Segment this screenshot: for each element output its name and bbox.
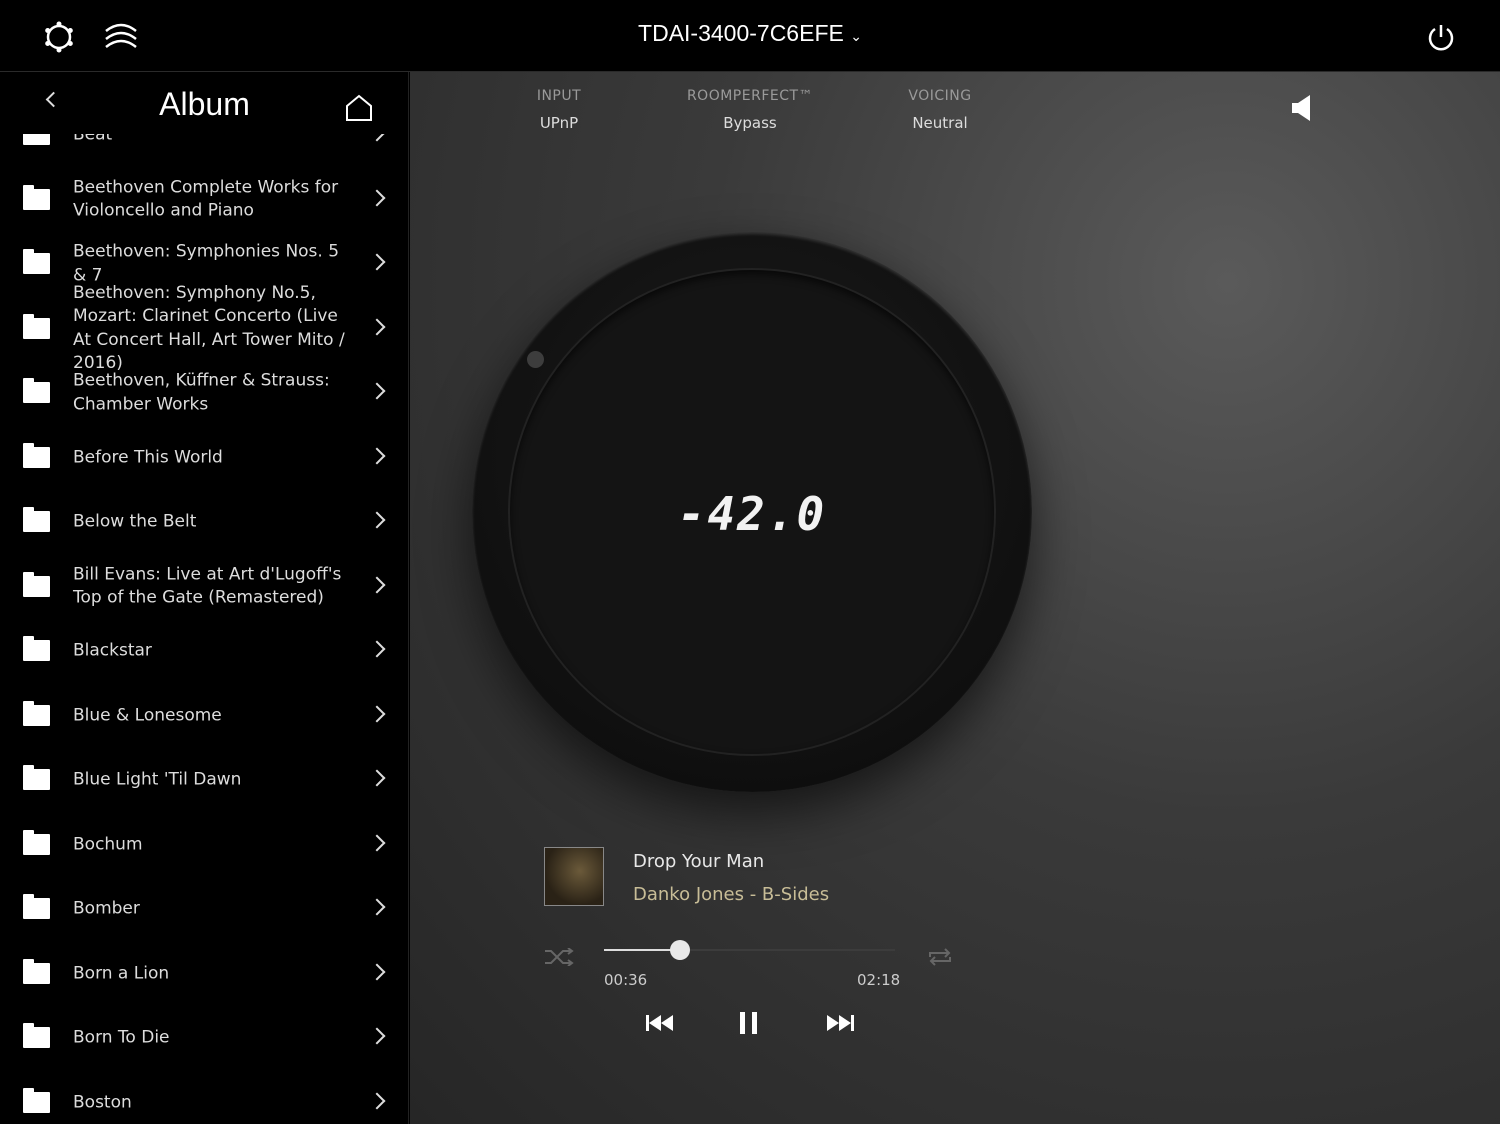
duration-time: 02:18 [857,971,901,989]
album-list-item[interactable]: Below the Belt [0,490,408,554]
volume-display: -42.0 [677,487,827,541]
folder-icon [23,958,50,984]
album-list-item[interactable]: Born a Lion [0,942,408,1006]
album-name: Blackstar [73,640,152,661]
chevron-right-icon [368,834,386,851]
folder-icon [23,249,50,274]
voicing-label: VOICING [908,88,972,104]
chevron-right-icon [368,769,386,787]
chevron-right-icon [368,576,386,593]
player-panel: INPUT UPnP ROOMPERFECT™ Bypass VOICING Neut… [410,72,1500,1124]
album-list-item[interactable]: Blue & Lonesome [0,684,408,748]
album-name: Bochum [73,833,143,854]
chevron-right-icon [368,1027,386,1045]
track-title: Drop Your Man [633,851,765,872]
album-list-item[interactable]: Boston [0,1071,408,1124]
album-list-item[interactable]: Beethoven: Symphony No.5, Mozart: Clarin… [0,283,408,373]
volume-knob[interactable]: -42.0 [472,232,1032,792]
album-list-item[interactable]: Blackstar [0,619,408,683]
album-name: Bill Evans: Live at Art d'Lugoff's Top o… [73,564,342,608]
speaker-icon[interactable] [1290,94,1314,122]
album-list-item[interactable]: Bomber [0,877,408,941]
folder-icon [23,765,50,790]
progress-slider[interactable] [604,940,895,960]
album-name: Beethoven: Symphonies Nos. 5 & 7 [73,241,340,286]
album-name: Blue & Lonesome [73,704,222,725]
chevron-right-icon [368,189,386,206]
folder-icon [23,571,50,597]
input-status[interactable]: INPUT UPnP [459,88,659,132]
folder-icon [23,184,50,210]
album-name: Below the Belt [73,511,197,532]
power-icon[interactable] [1426,23,1456,53]
progress-thumb[interactable] [669,940,690,960]
folder-icon [23,378,50,403]
elapsed-time: 00:36 [604,971,648,989]
album-name: Blue Light 'Til Dawn [73,769,242,790]
track-artist-album: Danko Jones - B-Sides [633,884,830,905]
album-art[interactable] [544,847,604,906]
pause-icon[interactable] [740,1012,758,1034]
chevron-right-icon [368,382,386,400]
progress-fill [604,949,680,951]
album-name: Before This World [73,446,223,467]
folder-icon [23,507,50,532]
chevron-right-icon [368,898,386,916]
roomperfect-status[interactable]: ROOMPERFECT™ Bypass [650,88,850,132]
top-bar: TDAI-3400-7C6EFE ⌄ [0,0,1500,72]
shuffle-icon[interactable] [544,948,574,966]
album-list-item[interactable]: Beethoven, Küffner & Strauss: Chamber Wo… [0,361,408,425]
voicing-value: Neutral [912,114,968,132]
knob-indicator [527,351,544,368]
roomperfect-label: ROOMPERFECT™ [686,88,814,104]
chevron-right-icon [368,640,386,658]
chevron-right-icon [368,318,386,335]
album-list-item[interactable]: Born To Die [0,1006,408,1070]
sidebar-header: Album [0,72,408,134]
voicing-status[interactable]: VOICING Neutral [840,88,1040,132]
folder-icon [23,636,50,661]
chevron-right-icon [368,253,386,271]
chevron-right-icon [368,447,386,464]
folder-icon [23,442,50,468]
folder-icon [23,894,50,919]
folder-icon [23,1023,50,1048]
album-sidebar: Album Beat Beethoven Complete Works for V… [0,72,409,1124]
album-name: Born To Die [73,1027,170,1048]
previous-icon[interactable] [646,1015,674,1031]
chevron-right-icon [368,705,386,722]
album-name: Beethoven Complete Works for Violoncello… [73,177,339,221]
folder-icon [23,829,50,855]
album-list-item[interactable]: Bill Evans: Live at Art d'Lugoff's Top o… [0,555,408,619]
input-value: UPnP [539,114,579,132]
album-list-item[interactable]: Blue Light 'Til Dawn [0,748,408,812]
album-list-item[interactable]: Before This World [0,426,408,490]
album-name: Born a Lion [73,962,170,983]
folder-icon [23,313,50,339]
album-list-item[interactable]: Beethoven Complete Works for Violoncello… [0,168,408,232]
album-name: Bomber [73,898,140,919]
device-name: TDAI-3400-7C6EFE [638,20,844,46]
roomperfect-value: Bypass [723,114,777,132]
album-list-item[interactable]: Bochum [0,813,408,877]
album-name: Boston [73,1091,132,1112]
chevron-right-icon [368,511,386,529]
folder-icon [23,700,50,726]
device-selector[interactable]: TDAI-3400-7C6EFE ⌄ [0,20,1500,47]
chevron-right-icon [368,1092,386,1109]
chevron-down-icon: ⌄ [850,28,862,44]
folder-icon [23,1087,50,1113]
chevron-right-icon [368,963,386,980]
next-icon[interactable] [827,1015,855,1031]
input-label: INPUT [536,88,582,104]
repeat-icon[interactable] [927,948,953,966]
album-name: Beethoven, Küffner & Strauss: Chamber Wo… [73,370,330,415]
home-icon[interactable] [345,94,373,122]
